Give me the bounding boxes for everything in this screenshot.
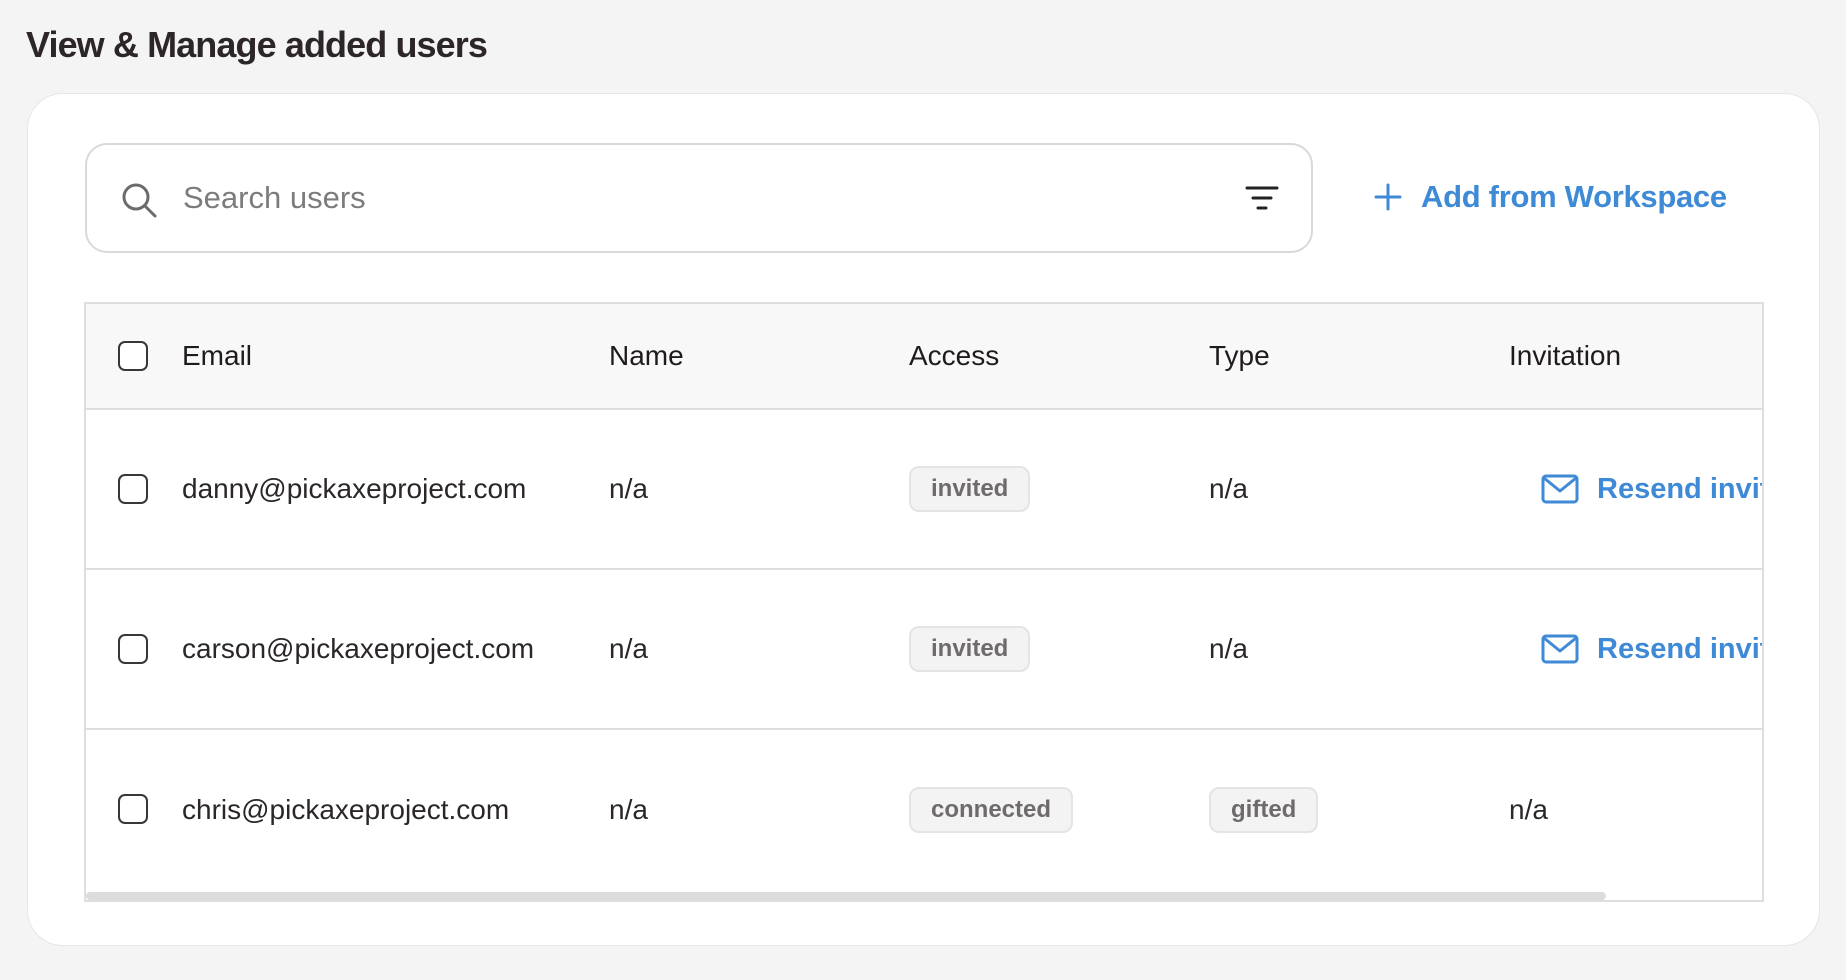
access-badge: connected <box>909 787 1074 833</box>
row-checkbox[interactable] <box>118 474 148 504</box>
search-bar <box>85 143 1313 253</box>
access-cell: invited <box>909 410 1031 568</box>
page-title: View & Manage added users <box>26 24 488 65</box>
name-cell: n/a <box>609 633 648 664</box>
horizontal-scrollbar[interactable] <box>86 892 1606 900</box>
access-cell: invited <box>909 570 1031 728</box>
email-cell: chris@pickaxeproject.com <box>182 794 510 825</box>
table-row: danny@pickaxeproject.com n/a invited n/a… <box>86 410 1762 570</box>
access-cell: connected <box>909 730 1074 890</box>
email-cell: danny@pickaxeproject.com <box>182 473 527 504</box>
mail-icon <box>1541 474 1579 504</box>
access-badge: invited <box>909 466 1031 512</box>
type-cell: n/a <box>1209 633 1248 664</box>
plus-icon <box>1374 183 1402 211</box>
name-cell: n/a <box>609 794 648 825</box>
resend-invitation-button[interactable]: Resend invita <box>1541 410 1762 568</box>
row-checkbox[interactable] <box>118 794 148 824</box>
email-cell: carson@pickaxeproject.com <box>182 633 535 664</box>
table-header-row: Email Name Access Type Invitation <box>86 304 1762 410</box>
type-cell: gifted <box>1209 730 1319 890</box>
header-name[interactable]: Name <box>609 304 684 408</box>
add-from-workspace-button[interactable]: Add from Workspace <box>1373 172 1727 222</box>
table-row: carson@pickaxeproject.com n/a invited n/… <box>86 570 1762 730</box>
access-badge: invited <box>909 626 1031 672</box>
search-input[interactable] <box>183 165 1183 231</box>
row-checkbox[interactable] <box>118 634 148 664</box>
mail-icon <box>1541 634 1579 664</box>
table-row: chris@pickaxeproject.com n/a connected g… <box>86 730 1762 890</box>
filter-icon[interactable] <box>1244 183 1280 213</box>
invitation-cell: n/a <box>1509 794 1548 825</box>
type-badge: gifted <box>1209 787 1319 833</box>
search-icon <box>122 183 157 218</box>
resend-invitation-label: Resend invita <box>1597 472 1762 505</box>
users-table: Email Name Access Type Invitation danny@… <box>84 302 1764 902</box>
header-invitation[interactable]: Invitation <box>1509 304 1621 408</box>
resend-invitation-label: Resend invita <box>1597 632 1762 665</box>
header-access[interactable]: Access <box>909 304 999 408</box>
type-cell: n/a <box>1209 473 1248 504</box>
select-all-checkbox[interactable] <box>118 341 148 371</box>
users-card: Add from Workspace Email Name Access Typ… <box>27 93 1820 946</box>
resend-invitation-button[interactable]: Resend invita <box>1541 570 1762 728</box>
header-email[interactable]: Email <box>182 304 252 408</box>
header-type[interactable]: Type <box>1209 304 1270 408</box>
name-cell: n/a <box>609 473 648 504</box>
add-from-workspace-label: Add from Workspace <box>1421 179 1727 214</box>
